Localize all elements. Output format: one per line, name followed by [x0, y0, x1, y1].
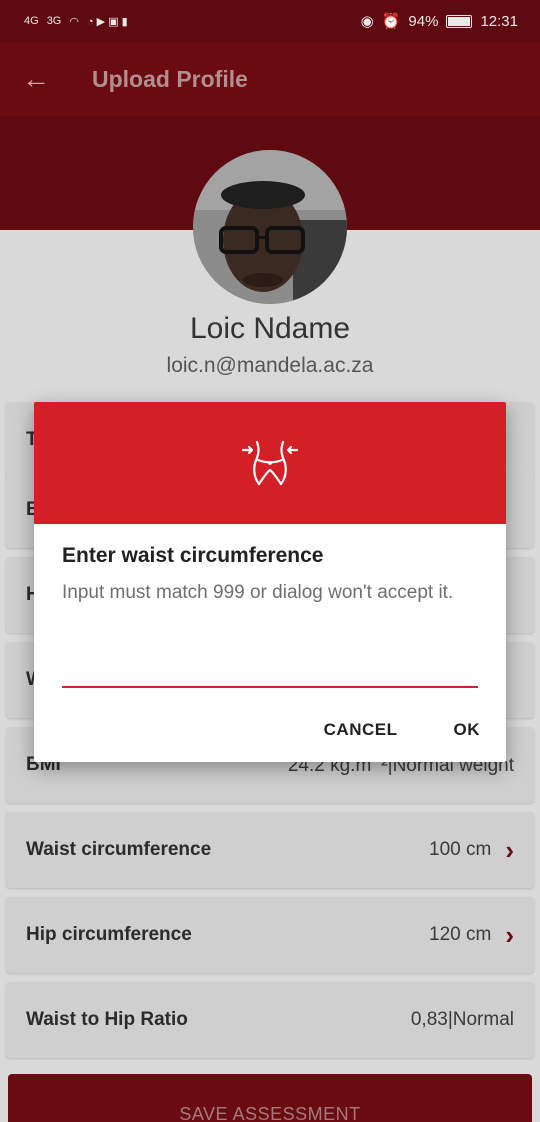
status-left: 4G 3G ◠ ◔ ▶ ▣ ▮ — [24, 15, 128, 28]
status-right: ◉ ⏰ 94% 12:31 — [360, 12, 518, 31]
dialog-message: Input must match 999 or dialog won't acc… — [62, 582, 454, 603]
signal-3g-icon: 3G — [46, 15, 62, 27]
battery-percent: 94% — [408, 12, 439, 30]
signal-4g-icon: 4G — [24, 15, 39, 27]
status-bar: 4G 3G ◠ ◔ ▶ ▣ ▮ ◉ ⏰ 94% 12:31 — [0, 0, 540, 42]
back-arrow-icon[interactable]: ← — [0, 42, 72, 116]
page-title: Upload Profile — [92, 65, 248, 92]
eye-icon: ◉ — [360, 13, 374, 30]
cancel-button[interactable]: CANCEL — [324, 720, 398, 740]
notification-icons: ◔ ▶ ▣ ▮ — [86, 15, 128, 28]
app-bar: ← Upload Profile — [0, 42, 540, 116]
dialog-header — [34, 402, 506, 524]
waist-measure-icon — [241, 440, 299, 486]
dialog-title: Enter waist circumference — [62, 544, 324, 567]
dialog-actions: CANCEL OK — [324, 720, 480, 740]
clock: 12:31 — [480, 12, 518, 30]
wifi-icon: ◠ — [69, 15, 79, 28]
waist-dialog: Enter waist circumference Input must mat… — [34, 402, 506, 762]
battery-icon — [446, 14, 473, 28]
alarm-icon: ⏰ — [381, 13, 401, 30]
ok-button[interactable]: OK — [454, 720, 481, 740]
waist-circumference-input[interactable] — [62, 648, 478, 688]
